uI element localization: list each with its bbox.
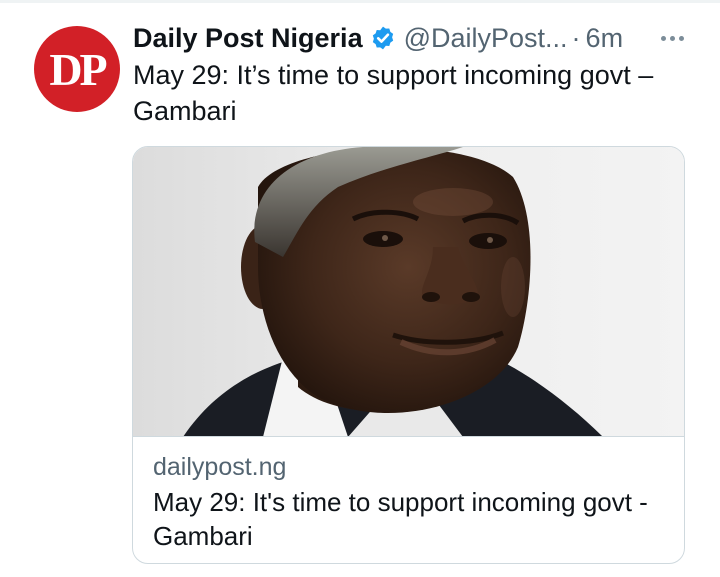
more-options-icon[interactable] [661,36,684,41]
timestamp[interactable]: 6m [586,23,624,54]
avatar[interactable]: DP [34,26,120,112]
user-handle[interactable]: @DailyPost... [404,23,568,54]
card-image[interactable] [133,147,684,437]
link-preview-card[interactable]: dailypost.ng May 29: It's time to suppor… [132,146,685,564]
card-title: May 29: It's time to support incoming go… [153,487,648,551]
portrait-photo [133,147,684,436]
avatar-logo-text: DP [49,43,107,95]
top-divider [0,0,720,3]
display-name[interactable]: Daily Post Nigeria [133,23,363,54]
tweet[interactable]: DP Daily Post Nigeria @DailyPost... · 6m… [0,0,720,577]
card-domain: dailypost.ng [153,453,287,481]
tweet-text: May 29: It’s time to support incoming go… [133,60,654,126]
tweet-header: Daily Post Nigeria @DailyPost... · 6m [133,20,623,56]
separator-dot: · [571,22,581,53]
more-dot [679,36,684,41]
more-dot [670,36,675,41]
card-meta[interactable]: dailypost.ng May 29: It's time to suppor… [153,451,673,553]
more-dot [661,36,666,41]
verified-badge-icon[interactable] [370,25,396,51]
